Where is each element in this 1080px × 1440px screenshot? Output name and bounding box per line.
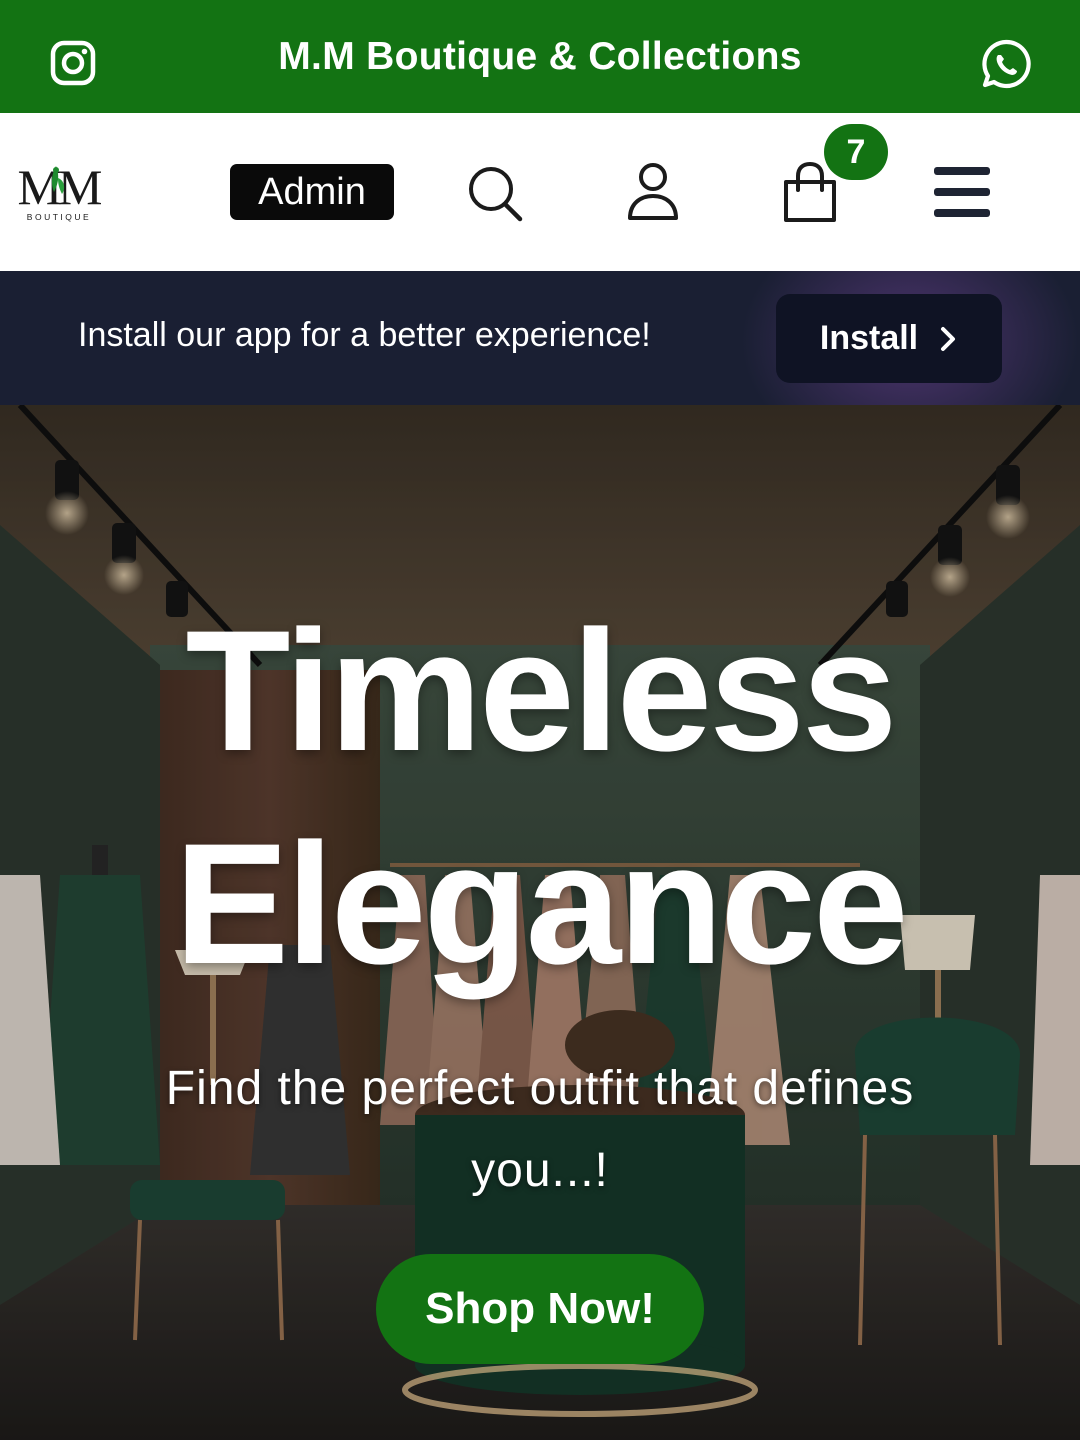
boutique-logo[interactable]: MM BOUTIQUE: [12, 160, 104, 226]
hero-title-line1: Timeless: [185, 595, 897, 787]
top-brand-bar: M.M Boutique & Collections: [0, 0, 1080, 113]
svg-text:MM: MM: [18, 160, 101, 215]
cart-count-badge: 7: [824, 124, 888, 180]
brand-title: M.M Boutique & Collections: [278, 34, 802, 78]
install-button-label: Install: [819, 319, 919, 357]
shop-now-button[interactable]: Shop Now!: [376, 1254, 704, 1364]
admin-button[interactable]: Admin: [230, 164, 394, 220]
hero-subtitle: Find the perfect outfit that defines you…: [165, 1062, 915, 1197]
chevron-right-icon: [941, 326, 956, 351]
hamburger-menu-icon[interactable]: [932, 165, 992, 219]
instagram-icon[interactable]: [50, 40, 96, 86]
install-message: Install our app for a better experience!: [78, 316, 651, 354]
install-button[interactable]: Install: [776, 294, 1002, 383]
whatsapp-icon[interactable]: [980, 38, 1032, 90]
user-icon[interactable]: [626, 162, 680, 222]
svg-text:BOUTIQUE: BOUTIQUE: [27, 212, 91, 222]
main-navbar: [0, 113, 1080, 271]
search-icon[interactable]: [466, 164, 524, 222]
hero-title-line2: Elegance: [174, 808, 908, 1000]
